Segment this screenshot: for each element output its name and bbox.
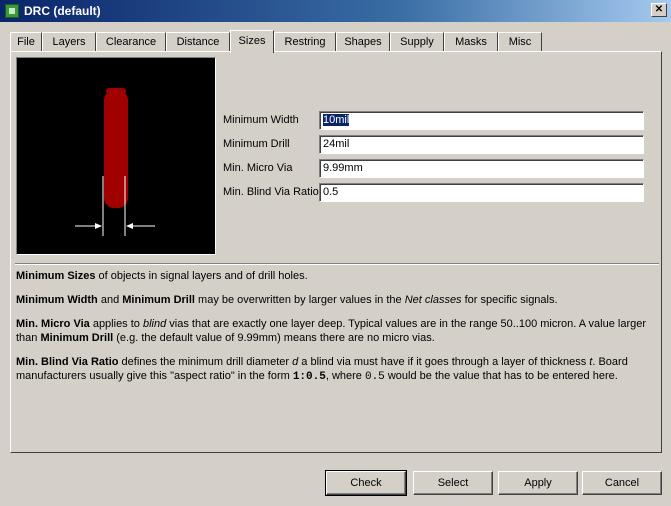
min-blind-via-ratio-value: 0.5 [323,186,339,198]
cancel-button[interactable]: Cancel [582,471,662,495]
minimum-drill-label: Minimum Drill [223,138,290,150]
min-micro-via-input[interactable]: 9.99mm [319,159,644,178]
minimum-width-label: Minimum Width [223,114,299,126]
app-icon [5,4,19,18]
min-micro-via-value: 9.99mm [323,162,363,174]
minimum-width-value: 10mil [323,114,350,126]
separator [15,263,659,265]
sizes-preview-image [16,57,216,255]
trace-shape [104,90,128,208]
title-bar: DRC (default) ✕ [0,0,671,22]
tab-sizes[interactable]: Sizes [230,30,274,53]
trace-diagram [75,88,155,236]
minimum-drill-value: 24mil [323,138,350,150]
tab-layers[interactable]: Layers [42,32,96,52]
tab-restring[interactable]: Restring [274,32,336,52]
sizes-panel: Minimum Width 10mil Minimum Drill 24mil … [10,51,662,453]
help-paragraph-3: Min. Micro Via applies to blind vias tha… [16,318,647,344]
tab-shapes[interactable]: Shapes [336,32,390,52]
help-paragraph-1: Minimum Sizes of objects in signal layer… [16,270,308,282]
minimum-drill-input[interactable]: 24mil [319,135,644,154]
minimum-width-input[interactable]: 10mil [319,111,644,130]
help-paragraph-4: Min. Blind Via Ratio defines the minimum… [16,356,628,383]
tab-clearance[interactable]: Clearance [96,32,166,52]
help-paragraph-2: Minimum Width and Minimum Drill may be o… [16,294,558,306]
check-button[interactable]: Check [325,470,407,496]
tab-masks[interactable]: Masks [444,32,498,52]
tab-distance[interactable]: Distance [166,32,230,52]
min-blind-via-ratio-input[interactable]: 0.5 [319,183,644,202]
help-text: Minimum Sizes of objects in signal layer… [16,269,656,394]
min-micro-via-label: Min. Micro Via [223,162,293,174]
close-button[interactable]: ✕ [651,3,667,17]
min-blind-via-ratio-label: Min. Blind Via Ratio [223,186,319,198]
select-button[interactable]: Select [413,471,493,495]
window-title: DRC (default) [24,4,101,18]
tab-file[interactable]: File [10,32,42,52]
tab-misc[interactable]: Misc [498,32,542,52]
tab-supply[interactable]: Supply [390,32,444,52]
apply-button[interactable]: Apply [498,471,578,495]
